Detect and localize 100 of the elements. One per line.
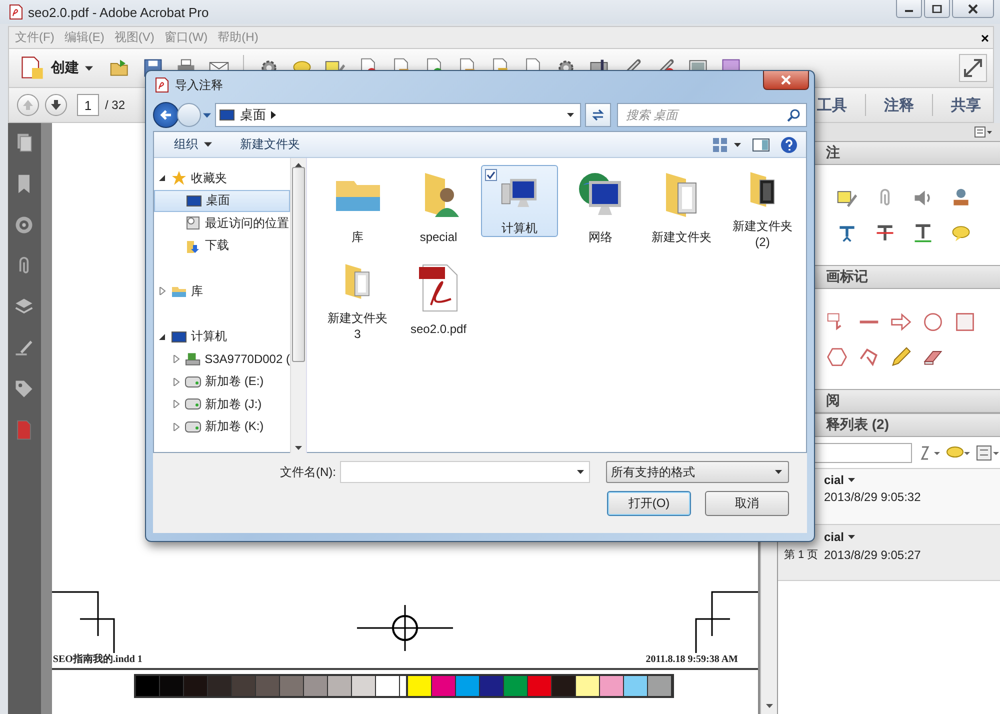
filename-field[interactable] <box>340 461 590 483</box>
comment-time: 2013/8/29 9:05:32 <box>824 490 921 504</box>
next-page-button[interactable] <box>45 94 67 116</box>
dialog-title: 导入注释 <box>175 76 223 94</box>
new-folder-button[interactable]: 新建文件夹 <box>234 132 306 157</box>
file-item[interactable]: special <box>400 165 477 251</box>
caret-icon <box>848 535 856 539</box>
tree-item[interactable]: 库 <box>154 280 290 302</box>
crop-mark <box>52 591 116 653</box>
scroll-down-icon[interactable] <box>766 704 772 708</box>
drive-icon <box>185 396 201 412</box>
window-title: seo2.0.pdf - Adobe Acrobat Pro <box>28 4 209 20</box>
close-document-button[interactable]: × <box>980 30 993 46</box>
cancel-button[interactable]: 取消 <box>705 491 789 516</box>
star-icon <box>171 170 187 186</box>
underline-icon[interactable] <box>912 222 934 244</box>
tree-label: 库 <box>191 282 203 300</box>
expand-arrow-icon[interactable] <box>173 422 181 431</box>
expand-arrow-icon[interactable] <box>173 400 181 408</box>
close-button[interactable] <box>763 71 809 90</box>
polygon-line-icon[interactable] <box>858 346 880 368</box>
page-number-field[interactable]: 1 <box>77 94 99 116</box>
maximize-button[interactable] <box>924 0 950 18</box>
circle-icon[interactable] <box>922 311 944 333</box>
drive-icon <box>185 351 201 368</box>
tree-item[interactable]: 新加卷 (E:) <box>154 370 290 393</box>
file-item[interactable]: 网络 <box>562 165 639 251</box>
comment-card[interactable]: cial 第 1 页 2013/8/29 9:05:27 <box>778 525 1000 581</box>
close-button[interactable] <box>952 0 994 18</box>
tree-item[interactable]: 最近访问的位置 <box>154 212 290 234</box>
drive-icon <box>185 374 201 390</box>
file-item[interactable]: 计算机 <box>481 165 558 237</box>
tree-item[interactable]: 新加卷 (J:) <box>154 393 290 416</box>
maximize-icon[interactable] <box>932 4 942 12</box>
options-icon[interactable] <box>974 126 992 138</box>
history-dropdown-icon[interactable] <box>203 112 211 118</box>
tree-item[interactable]: 下载 <box>154 234 290 257</box>
organize-button[interactable]: 组织 <box>168 132 218 157</box>
caret-icon <box>848 478 856 482</box>
pencil-icon[interactable] <box>890 346 912 368</box>
tree-item[interactable]: S3A9770D002 ( <box>154 348 290 370</box>
expand-arrow-icon[interactable] <box>159 287 167 296</box>
file-item[interactable]: 新建文件夹 3 <box>319 257 396 343</box>
back-arrow-icon[interactable] <box>159 108 173 122</box>
breadcrumb-arrow-icon[interactable] <box>271 111 276 119</box>
breadcrumb-item[interactable]: 桌面 <box>240 106 266 124</box>
open-folder-icon[interactable] <box>108 57 130 79</box>
minimize-button[interactable] <box>896 0 922 18</box>
caret-icon[interactable] <box>204 142 212 147</box>
file-item[interactable]: seo2.0.pdf <box>400 257 477 343</box>
collapse-arrow-icon[interactable] <box>159 174 167 182</box>
comment-author: cial <box>824 530 844 544</box>
panel-tab[interactable]: 共享 <box>939 96 993 114</box>
comment-page: 第 1 页 <box>784 549 818 561</box>
arrow-icon[interactable] <box>890 311 912 333</box>
section-title: 释列表 (2) <box>826 416 889 434</box>
monitor-icon <box>219 107 235 123</box>
square-icon[interactable] <box>954 311 976 333</box>
expand-arrow-icon[interactable] <box>173 378 181 386</box>
create-button[interactable]: 创建 <box>9 55 103 81</box>
collapse-arrow-icon[interactable] <box>159 332 167 341</box>
search-icon[interactable] <box>787 108 800 122</box>
page-count: / 32 <box>105 98 126 112</box>
sort-icon[interactable] <box>920 444 942 460</box>
back-button[interactable] <box>153 102 179 128</box>
preview-pane-icon[interactable] <box>752 136 770 152</box>
section-title: 阅 <box>826 392 840 410</box>
scrollbar[interactable] <box>290 158 306 455</box>
view-options-icon[interactable] <box>712 136 742 152</box>
open-button[interactable]: 打开(O) <box>607 491 691 516</box>
address-bar[interactable]: 桌面 <box>215 103 581 127</box>
tree-item[interactable]: 收藏夹 <box>154 167 290 190</box>
file-name: special <box>418 229 458 245</box>
expand-arrow-icon[interactable] <box>173 355 181 364</box>
scroll-thumb[interactable] <box>292 167 305 362</box>
slug-text: 2011.8.18 9:59:38 AM <box>646 653 738 666</box>
filename-label: 文件名(N): <box>280 464 336 480</box>
hexagon-icon[interactable] <box>826 346 848 368</box>
tree-item[interactable]: 桌面 <box>154 190 290 212</box>
slug-text: SEO指南我的.indd 1 <box>52 653 142 666</box>
file-item[interactable]: 新建文件夹 <box>643 165 720 251</box>
tree-item[interactable]: 新加卷 (K:) <box>154 416 290 438</box>
close-icon[interactable] <box>968 4 978 14</box>
caret-icon[interactable] <box>85 66 93 70</box>
help-icon[interactable] <box>780 136 798 154</box>
tree-item[interactable]: 计算机 <box>154 326 290 348</box>
panel-tab[interactable]: 注释 <box>872 96 926 114</box>
file-name: 计算机 <box>500 220 538 236</box>
down-arrow-icon[interactable] <box>50 99 62 111</box>
refresh-icon[interactable] <box>591 108 605 122</box>
file-name: 新建文件夹 3 <box>326 310 388 342</box>
previous-page-button[interactable] <box>17 94 39 116</box>
speech-bubble-icon[interactable] <box>946 444 972 460</box>
file-item[interactable]: 库 <box>319 165 396 251</box>
checkbox[interactable] <box>485 169 497 181</box>
scroll-down-icon[interactable] <box>295 446 302 450</box>
refresh-button[interactable] <box>585 103 611 127</box>
file-item[interactable]: 新建文件夹 (2) <box>724 165 801 251</box>
file-type-dropdown[interactable]: 所有支持的格式 <box>606 461 789 483</box>
list-options-icon[interactable] <box>976 444 1000 460</box>
